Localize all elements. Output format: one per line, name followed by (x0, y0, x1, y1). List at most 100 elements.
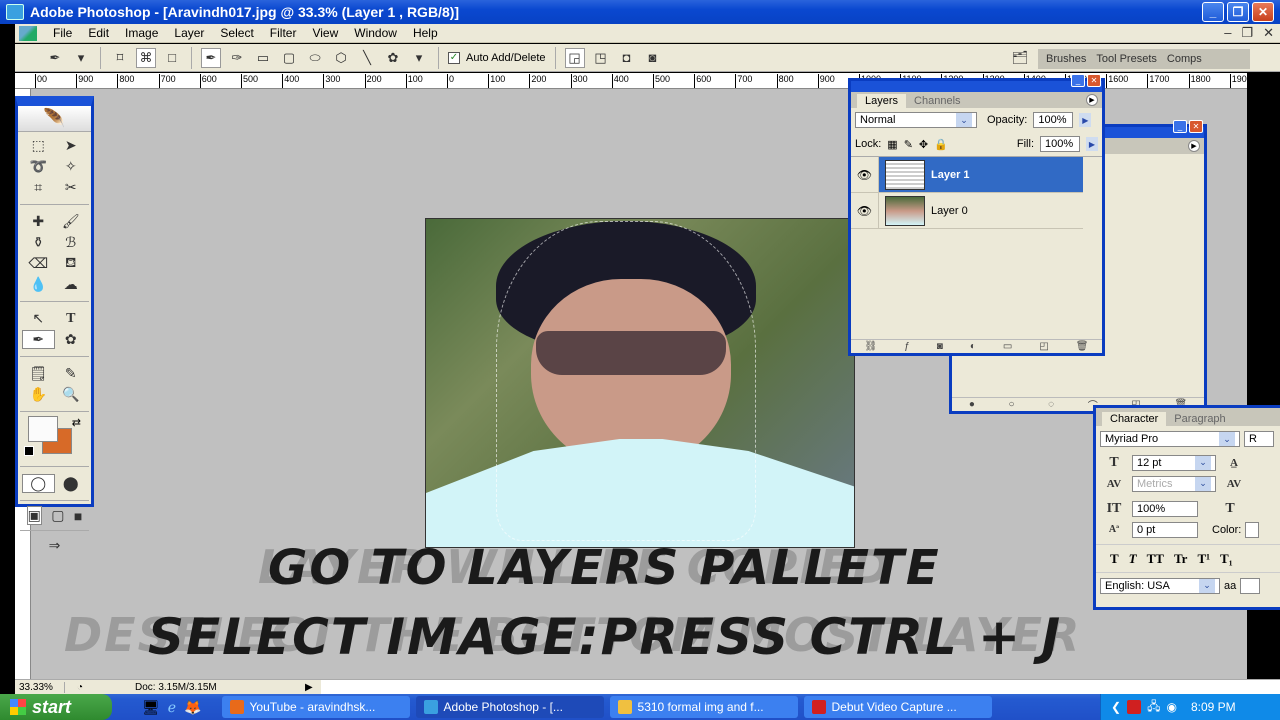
delete-layer-icon[interactable]: 🗑 (1076, 341, 1089, 352)
clone-stamp-icon[interactable]: ⚱ (22, 233, 55, 252)
font-style-select[interactable]: R (1244, 431, 1274, 447)
fill-pixels-icon[interactable]: □ (162, 48, 182, 68)
language-select[interactable]: English: USA ⌄ (1100, 577, 1220, 594)
auto-add-delete-checkbox[interactable]: ✓ (448, 51, 460, 64)
menu-layer[interactable]: Layer (166, 26, 212, 40)
standard-mode-icon[interactable]: ◯ (22, 474, 55, 493)
polygon-tool-icon[interactable]: ⬡ (331, 48, 351, 68)
tab-brushes[interactable]: Brushes (1046, 53, 1086, 65)
menu-help[interactable]: Help (405, 26, 446, 40)
menu-filter[interactable]: Filter (262, 26, 305, 40)
panel-close-button[interactable]: ✕ (1087, 74, 1101, 87)
full-screen-icon[interactable]: ■ (74, 506, 82, 525)
menu-edit[interactable]: Edit (80, 26, 117, 40)
shape-dropdown-icon[interactable]: ▾ (409, 48, 429, 68)
faux-italic-button[interactable]: T (1129, 551, 1137, 567)
fill-input[interactable]: 100% (1040, 136, 1080, 152)
magic-wand-icon[interactable]: ✧ (55, 157, 88, 176)
menu-view[interactable]: View (304, 26, 346, 40)
preset-dropdown-icon[interactable]: ▾ (71, 48, 91, 68)
close-button[interactable]: ✕ (1252, 2, 1274, 22)
baseline-shift-input[interactable]: 0 pt (1132, 521, 1198, 538)
new-group-icon[interactable]: ▭ (1003, 341, 1012, 352)
internet-explorer-icon[interactable]: ℯ (168, 699, 176, 716)
eyedropper-icon[interactable]: ✎ (55, 364, 88, 383)
lock-transparency-icon[interactable]: ▦ (887, 138, 897, 151)
path-selection-icon[interactable]: ↖ (22, 309, 55, 328)
feather-logo-icon[interactable]: 🪶 (18, 106, 91, 132)
slice-tool-icon[interactable]: ✂ (55, 178, 88, 197)
layer-row[interactable]: 👁 Layer 0 (851, 193, 1083, 229)
lock-image-icon[interactable]: ✎ (904, 138, 913, 151)
default-colors-icon[interactable] (24, 446, 34, 456)
move-tool-icon[interactable]: ➤ (55, 136, 88, 155)
doc-restore-icon[interactable]: ❐ (1241, 25, 1253, 41)
shape-layers-icon[interactable]: ⌑ (110, 48, 130, 68)
doc-minimize-icon[interactable]: – (1224, 25, 1231, 41)
document-icon[interactable] (19, 25, 37, 41)
layer-name[interactable]: Layer 1 (931, 168, 970, 181)
line-tool-icon[interactable]: ╲ (357, 48, 377, 68)
tab-character[interactable]: Character (1102, 412, 1167, 426)
lock-all-icon[interactable]: 🔒 (934, 138, 948, 151)
restore-button[interactable]: ❐ (1227, 2, 1249, 22)
zoom-tool-icon[interactable]: 🔍 (55, 385, 88, 404)
stroke-path-icon[interactable]: ○ (1008, 399, 1014, 410)
tray-debut-icon[interactable] (1127, 700, 1142, 714)
tray-network-icon[interactable]: 🖧 (1147, 697, 1160, 718)
marquee-tool-icon[interactable]: ⬚ (22, 136, 55, 155)
hand-tool-icon[interactable]: ✋ (22, 385, 55, 404)
panel-menu-icon[interactable]: ▶ (1188, 140, 1200, 152)
crop-tool-icon[interactable]: ⌗ (22, 178, 55, 197)
tab-comps[interactable]: Comps (1167, 53, 1202, 65)
faux-bold-button[interactable]: T (1110, 551, 1119, 567)
anti-alias-select[interactable] (1240, 577, 1261, 594)
subtract-path-icon[interactable]: ◳ (591, 48, 611, 68)
small-caps-button[interactable]: Tr (1174, 551, 1187, 567)
firefox-icon[interactable]: 🦊 (184, 699, 201, 716)
panel-minimize-button[interactable]: _ (1173, 120, 1187, 133)
desktop-icon[interactable]: 🖥 (142, 699, 160, 716)
taskbar-item[interactable]: Adobe Photoshop - [... (415, 696, 604, 718)
ellipse-tool-icon[interactable]: ⬭ (305, 48, 325, 68)
file-browser-icon[interactable]: 🗂 (1010, 48, 1030, 68)
taskbar-item[interactable]: Debut Video Capture ... (803, 696, 992, 718)
menu-window[interactable]: Window (346, 26, 405, 40)
rectangle-tool-icon[interactable]: ▭ (253, 48, 273, 68)
text-color-swatch[interactable] (1245, 521, 1260, 538)
lock-position-icon[interactable]: ✥ (919, 138, 928, 151)
font-size-select[interactable]: 12 pt ⌄ (1132, 454, 1216, 471)
layer-style-icon[interactable]: ƒ (904, 341, 910, 352)
pen-tool-preset-icon[interactable]: ✒ (45, 48, 65, 68)
adjustment-layer-icon[interactable]: ◐ (970, 341, 976, 352)
start-button[interactable]: start (0, 694, 112, 720)
eraser-tool-icon[interactable]: ⌫ (22, 254, 55, 273)
new-layer-icon[interactable]: ◰ (1039, 341, 1048, 352)
load-selection-icon[interactable]: ◌ (1048, 399, 1054, 410)
tab-paragraph[interactable]: Paragraph (1166, 412, 1233, 426)
type-tool-icon[interactable]: T (55, 309, 88, 328)
foreground-color[interactable] (28, 416, 58, 442)
visibility-eye-icon[interactable]: 👁 (851, 157, 879, 192)
tab-tool-presets[interactable]: Tool Presets (1096, 53, 1157, 65)
blur-tool-icon[interactable]: 💧 (22, 275, 55, 294)
all-caps-button[interactable]: TT (1147, 551, 1164, 567)
opacity-slider-arrow-icon[interactable]: ▶ (1079, 113, 1092, 127)
dodge-tool-icon[interactable]: ☁ (55, 275, 88, 294)
intersect-path-icon[interactable]: ◘ (617, 48, 637, 68)
fill-path-icon[interactable]: ● (969, 399, 975, 410)
doc-close-icon[interactable]: ✕ (1263, 25, 1274, 41)
layer-name[interactable]: Layer 0 (931, 205, 968, 217)
show-hidden-icons-icon[interactable]: ❮ (1111, 700, 1121, 714)
blend-mode-select[interactable]: Normal ⌄ (855, 112, 977, 128)
custom-shape-icon[interactable]: ✿ (383, 48, 403, 68)
add-mask-icon[interactable]: ◙ (937, 341, 943, 352)
add-to-path-icon[interactable]: ◲ (564, 47, 585, 68)
kerning-select[interactable]: Metrics ⌄ (1132, 475, 1216, 492)
custom-shape-tool-icon[interactable]: ✿ (55, 330, 88, 349)
exclude-path-icon[interactable]: ◙ (643, 48, 663, 68)
paint-bucket-icon[interactable]: ⛾ (55, 254, 88, 273)
jump-to-imageready-icon[interactable]: ⇒ (49, 536, 61, 555)
standard-screen-icon[interactable]: ▣ (26, 506, 42, 525)
link-layers-icon[interactable]: ⛓ (865, 341, 878, 352)
